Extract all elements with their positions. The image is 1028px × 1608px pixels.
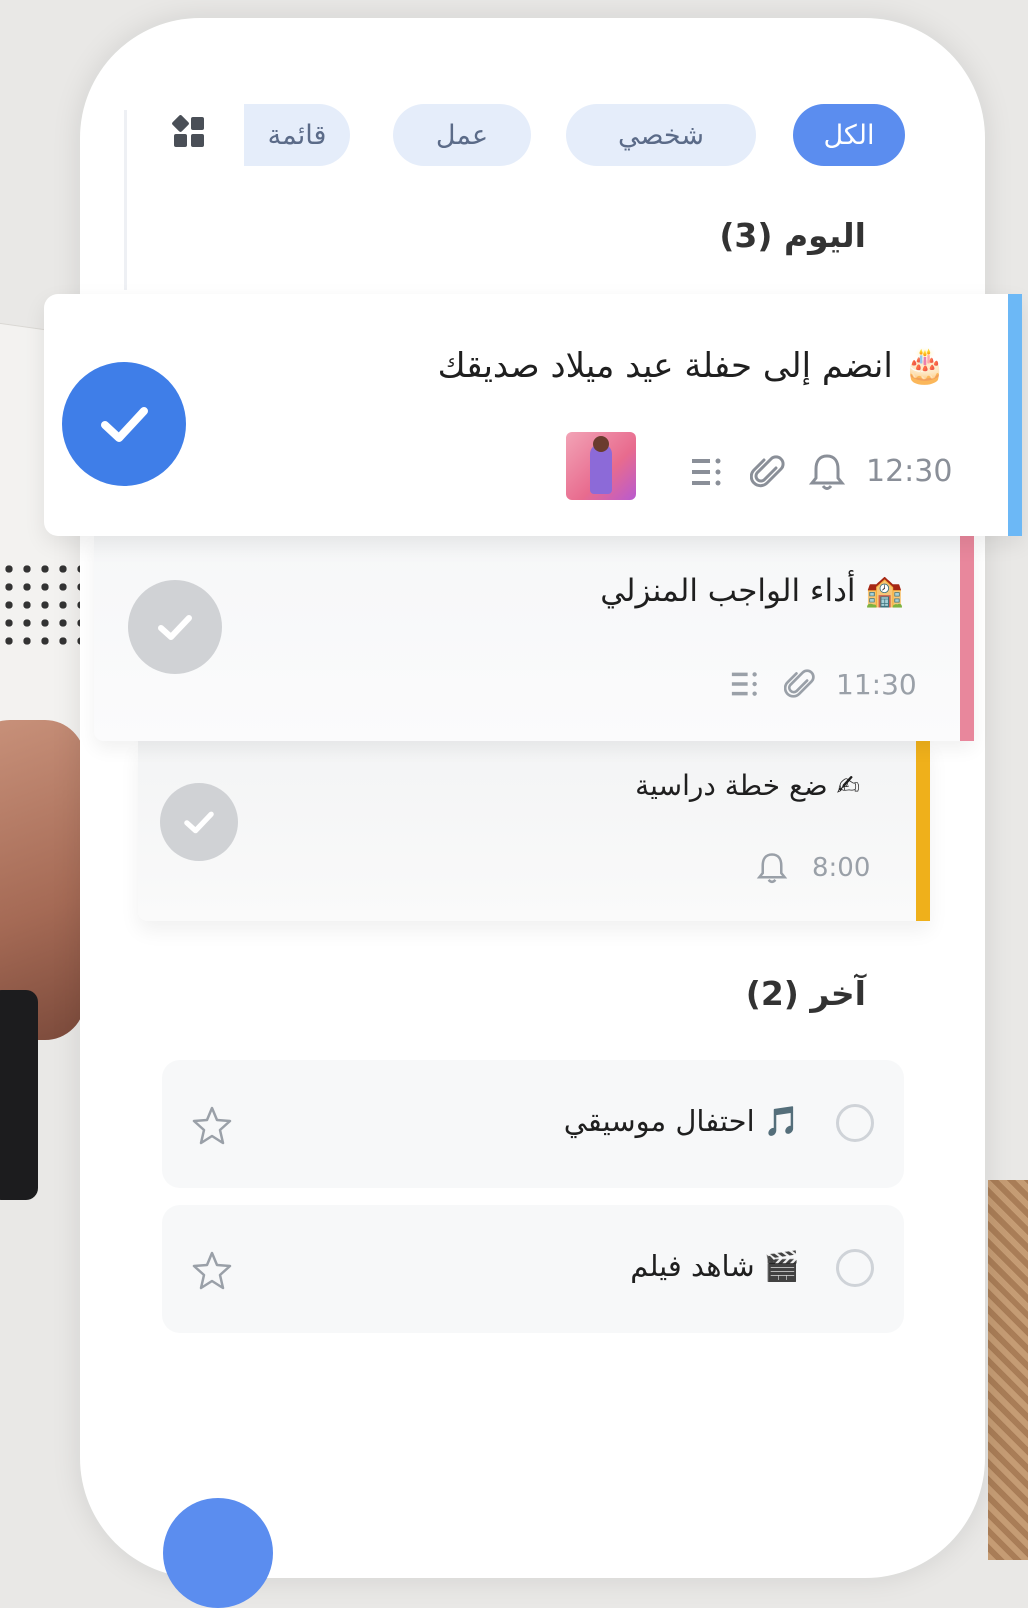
filter-chip-list[interactable]: قائمة: [244, 104, 350, 166]
task-checkbox[interactable]: [836, 1249, 874, 1287]
divider: [124, 110, 127, 290]
task-card[interactable]: ✍ ضع خطة دراسية 8:00: [138, 741, 930, 921]
bell-icon: [756, 853, 788, 884]
background-dots: [0, 560, 90, 650]
filter-chip-work[interactable]: عمل: [393, 104, 531, 166]
list-item[interactable]: 🎬 شاهد فيلم: [162, 1205, 904, 1333]
thumbnail-head: [593, 436, 609, 452]
task-title-text: شاهد فيلم: [630, 1249, 755, 1283]
filter-chip-personal[interactable]: شخصي: [566, 104, 756, 166]
task-card[interactable]: 🎂 انضم إلى حفلة عيد ميلاد صديقك 12:30: [44, 294, 1022, 536]
completed-check-icon[interactable]: [128, 580, 222, 674]
writing-hand-emoji-icon: ✍: [836, 769, 860, 802]
task-title: 🏫 أداء الواجب المنزلي: [600, 572, 904, 609]
task-title: ✍ ضع خطة دراسية: [635, 769, 860, 802]
task-title: 🎂 انضم إلى حفلة عيد ميلاد صديقك: [438, 346, 946, 386]
background-watch-strap: [0, 990, 38, 1200]
subtasks-icon: [692, 458, 721, 486]
category-grid-icon[interactable]: [172, 115, 206, 149]
task-time: 11:30: [836, 668, 917, 701]
clapper-board-emoji-icon: 🎬: [763, 1249, 800, 1283]
task-title-text: ضع خطة دراسية: [635, 769, 828, 802]
section-title-today: اليوم (3): [719, 216, 866, 255]
task-title: 🎬 شاهد فيلم: [630, 1249, 800, 1284]
section-title-other: آخر (2): [745, 974, 866, 1013]
photo-thumbnail[interactable]: [566, 432, 636, 500]
music-emoji-icon: 🎵: [763, 1104, 800, 1138]
task-title-text: احتفال موسيقي: [563, 1104, 755, 1138]
task-title-text: انضم إلى حفلة عيد ميلاد صديقك: [437, 346, 893, 386]
bell-icon: [808, 454, 846, 490]
cake-emoji-icon: 🎂: [903, 346, 946, 386]
attachment-icon: [750, 455, 785, 488]
task-title-text: أداء الواجب المنزلي: [600, 573, 856, 609]
list-item[interactable]: 🎵 احتفال موسيقي: [162, 1060, 904, 1188]
task-time: 8:00: [812, 853, 871, 883]
completed-check-icon[interactable]: [62, 362, 186, 486]
background-wood: [988, 1180, 1028, 1560]
subtasks-icon: [731, 672, 757, 696]
star-icon[interactable]: [190, 1249, 234, 1293]
school-emoji-icon: 🏫: [865, 573, 904, 609]
task-title: 🎵 احتفال موسيقي: [564, 1104, 800, 1139]
attachment-icon: [784, 669, 815, 698]
task-checkbox[interactable]: [836, 1104, 874, 1142]
task-time: 12:30: [866, 454, 953, 489]
task-card[interactable]: 🏫 أداء الواجب المنزلي 11:30: [94, 536, 974, 741]
filter-chip-all[interactable]: الكل: [793, 104, 905, 166]
star-icon[interactable]: [190, 1104, 234, 1148]
add-task-button[interactable]: [163, 1498, 273, 1608]
completed-check-icon[interactable]: [160, 783, 238, 861]
